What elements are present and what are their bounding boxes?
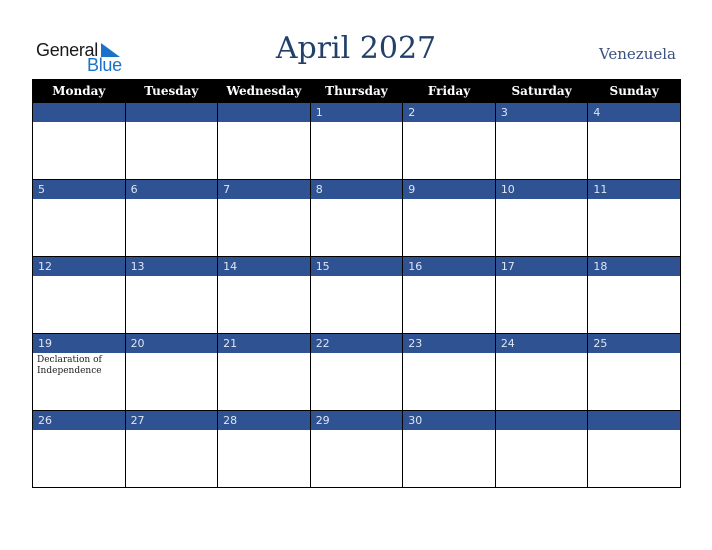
weekday-header: Sunday [587, 79, 681, 103]
day-cell[interactable]: 16 [402, 256, 496, 334]
day-number: 17 [495, 257, 588, 276]
country-label: Venezuela [598, 45, 676, 63]
day-cell[interactable]: 14 [217, 256, 311, 334]
day-number: 15 [310, 257, 403, 276]
day-number: 16 [403, 257, 495, 276]
week-row: 5 6 7 8 9 10 11 [32, 179, 681, 257]
day-number: 8 [310, 180, 403, 199]
day-number: 23 [403, 334, 495, 353]
day-number: 13 [125, 257, 218, 276]
day-cell[interactable]: 25 [587, 333, 681, 411]
day-cell[interactable] [124, 102, 219, 180]
day-number: 25 [588, 334, 680, 353]
day-cell[interactable]: 28 [217, 410, 311, 488]
day-cell[interactable]: 13 [124, 256, 219, 334]
day-cell[interactable]: 1 [309, 102, 404, 180]
holiday-label: Declaration of Independence [37, 355, 102, 376]
week-row: 1234 [32, 102, 681, 180]
day-number: 21 [218, 334, 310, 353]
day-cell[interactable] [217, 102, 311, 180]
day-cell[interactable]: 12 [32, 256, 126, 334]
weekday-header: Monday [32, 79, 126, 103]
day-cell[interactable]: 21 [217, 333, 311, 411]
calendar-grid: Monday Tuesday Wednesday Thursday Friday… [32, 79, 681, 488]
day-number: 4 [588, 103, 680, 122]
day-cell[interactable]: 5 [32, 179, 126, 257]
day-cell[interactable]: 3 [494, 102, 589, 180]
day-number [125, 103, 218, 122]
week-row: 12 13 14 15 16 17 18 [32, 256, 681, 334]
day-cell[interactable]: 27 [124, 410, 219, 488]
weekday-header: Tuesday [124, 79, 219, 103]
day-cell[interactable]: 8 [309, 179, 404, 257]
day-number: 28 [218, 411, 310, 430]
week-row: 26 27 28 29 30 [32, 410, 681, 488]
day-cell[interactable]: 19 Declaration of Independence [32, 333, 126, 411]
day-cell[interactable]: 30 [402, 410, 496, 488]
day-number: 10 [495, 180, 588, 199]
day-cell[interactable]: 24 [494, 333, 589, 411]
week-row: 19 Declaration of Independence 20 21 22 23 24 2… [32, 333, 681, 411]
day-number [33, 103, 125, 122]
weekday-header: Friday [402, 79, 496, 103]
day-number: 3 [495, 103, 588, 122]
day-number: 6 [125, 180, 218, 199]
day-number: 7 [218, 180, 310, 199]
weekday-header: Saturday [494, 79, 589, 103]
day-number: 20 [125, 334, 218, 353]
day-number: 11 [588, 180, 680, 199]
day-cell[interactable]: 9 [402, 179, 496, 257]
day-cell[interactable] [32, 102, 126, 180]
day-number: 30 [403, 411, 495, 430]
day-number: 18 [588, 257, 680, 276]
day-number: 14 [218, 257, 310, 276]
day-number: 9 [403, 180, 495, 199]
day-cell[interactable]: 26 [32, 410, 126, 488]
day-cell[interactable]: 7 [217, 179, 311, 257]
day-number: 24 [495, 334, 588, 353]
day-number [218, 103, 310, 122]
weekday-header: Thursday [309, 79, 404, 103]
day-cell[interactable]: 11 [587, 179, 681, 257]
day-number: 29 [310, 411, 403, 430]
day-number: 22 [310, 334, 403, 353]
day-number: 1 [310, 103, 403, 122]
day-number: 5 [33, 180, 125, 199]
day-cell[interactable]: 17 [494, 256, 589, 334]
day-number [495, 411, 588, 430]
day-cell[interactable]: 18 [587, 256, 681, 334]
weekday-header-row: Monday Tuesday Wednesday Thursday Friday… [32, 79, 681, 103]
day-cell[interactable]: 29 [309, 410, 404, 488]
day-number: 26 [33, 411, 125, 430]
day-number: 27 [125, 411, 218, 430]
day-number: 19 [33, 334, 125, 353]
day-number: 2 [403, 103, 495, 122]
day-cell[interactable]: 15 [309, 256, 404, 334]
weekday-header: Wednesday [217, 79, 311, 103]
day-cell[interactable]: 22 [309, 333, 404, 411]
day-cell[interactable]: 20 [124, 333, 219, 411]
day-cell[interactable]: 10 [494, 179, 589, 257]
day-cell[interactable] [494, 410, 589, 488]
day-number [588, 411, 680, 430]
day-cell[interactable]: 6 [124, 179, 219, 257]
day-cell[interactable] [587, 410, 681, 488]
day-cell[interactable]: 4 [587, 102, 681, 180]
day-cell[interactable]: 2 [402, 102, 496, 180]
day-number: 12 [33, 257, 125, 276]
day-cell[interactable]: 23 [402, 333, 496, 411]
